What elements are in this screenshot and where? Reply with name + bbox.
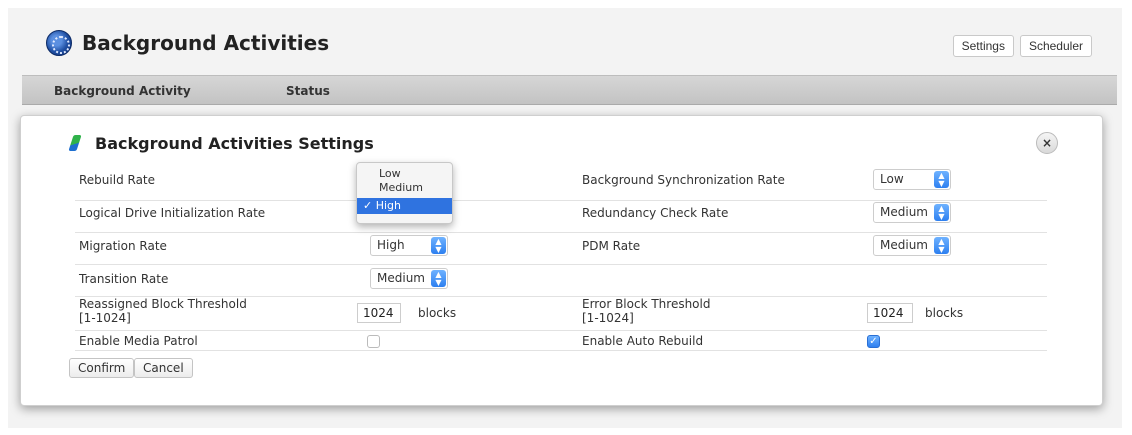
dropdown-option-low[interactable]: Low (357, 167, 452, 181)
header-buttons: Settings Scheduler (952, 35, 1092, 57)
row-divider (75, 350, 1047, 351)
error-block-threshold-input[interactable]: 1024 (867, 303, 913, 323)
error-unit: blocks (925, 306, 964, 320)
settings-button[interactable]: Settings (952, 35, 1014, 57)
transition-rate-select[interactable]: Medium ▲ ▼ (370, 268, 448, 289)
label-reassigned-block-threshold: Reassigned Block Threshold (79, 297, 247, 311)
row-divider (75, 264, 1047, 265)
column-header-background-activity[interactable]: Background Activity (54, 84, 191, 98)
row-divider (75, 200, 1047, 201)
label-rebuild-rate: Rebuild Rate (79, 173, 156, 187)
label-enable-auto-rebuild: Enable Auto Rebuild (582, 334, 704, 348)
select-arrows-icon: ▲ ▼ (431, 270, 446, 287)
reassigned-unit: blocks (418, 306, 457, 320)
select-arrows-icon: ▲ ▼ (431, 237, 446, 254)
label-background-sync-rate: Background Synchronization Rate (582, 173, 785, 187)
migration-rate-select[interactable]: High ▲ ▼ (370, 235, 448, 256)
cancel-button[interactable]: Cancel (134, 358, 193, 378)
label-error-block-threshold: Error Block Threshold (582, 297, 711, 311)
reassigned-block-threshold-input[interactable]: 1024 (357, 303, 401, 323)
close-icon[interactable]: × (1036, 132, 1058, 154)
select-arrows-icon: ▲ ▼ (934, 204, 949, 221)
label-reassigned-range: [1-1024] (79, 311, 131, 325)
confirm-button[interactable]: Confirm (69, 358, 135, 378)
redundancy-check-rate-select[interactable]: Medium ▲ ▼ (873, 202, 951, 223)
dropdown-option-high-label: High (375, 199, 402, 212)
pdm-rate-value: Medium (880, 238, 928, 252)
label-migration-rate: Migration Rate (79, 239, 167, 253)
dialog-header: Background Activities Settings (69, 134, 374, 153)
label-error-range: [1-1024] (582, 311, 634, 325)
label-logical-drive-init-rate: Logical Drive Initialization Rate (79, 206, 266, 220)
label-redundancy-check-rate: Redundancy Check Rate (582, 206, 729, 220)
column-header-status[interactable]: Status (286, 84, 330, 98)
label-enable-media-patrol: Enable Media Patrol (79, 334, 198, 348)
enable-media-patrol-checkbox[interactable] (367, 335, 380, 348)
app-logo-icon (46, 30, 72, 56)
app-header: Background Activities (46, 30, 329, 56)
app-title: Background Activities (82, 31, 330, 55)
settings-pencil-icon (69, 135, 83, 153)
transition-rate-value: Medium (377, 271, 425, 285)
enable-auto-rebuild-checkbox[interactable]: ✓ (867, 335, 880, 348)
label-transition-rate: Transition Rate (79, 272, 169, 286)
background-sync-rate-select[interactable]: Low ▲ ▼ (873, 169, 951, 190)
background-sync-rate-value: Low (880, 172, 904, 186)
select-arrows-icon: ▲ ▼ (934, 237, 949, 254)
select-arrows-icon: ▲ ▼ (934, 171, 949, 188)
checkmark-icon: ✓ (869, 336, 878, 347)
scheduler-button[interactable]: Scheduler (1019, 35, 1092, 57)
dialog-title: Background Activities Settings (95, 134, 374, 153)
label-pdm-rate: PDM Rate (582, 239, 641, 253)
settings-dialog: Background Activities Settings × Rebuild… (20, 115, 1103, 406)
row-divider (75, 330, 1047, 331)
redundancy-check-rate-value: Medium (880, 205, 928, 219)
migration-rate-value: High (377, 238, 405, 252)
rate-dropdown-menu: Low Medium ✓ High (356, 162, 453, 224)
row-divider (75, 232, 1047, 233)
dropdown-option-high[interactable]: ✓ High (357, 198, 452, 214)
checkmark-icon: ✓ (363, 199, 373, 212)
pdm-rate-select[interactable]: Medium ▲ ▼ (873, 235, 951, 256)
table-header: Background Activity Status (22, 75, 1117, 105)
dropdown-option-medium[interactable]: Medium (357, 181, 452, 195)
